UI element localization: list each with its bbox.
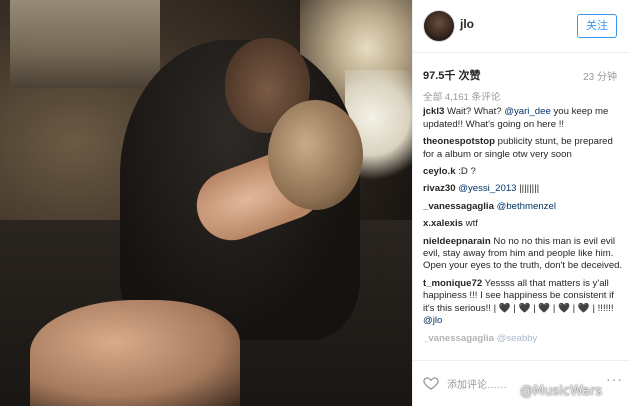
likes-count[interactable]: 97.5千 次赞 <box>423 67 480 83</box>
comment-mention[interactable]: @yari_dee <box>504 106 551 117</box>
comment-item: nieldeepnarain No no no this man is evil… <box>423 236 623 273</box>
comment-text: :D ? <box>455 166 476 178</box>
comment-item: ceylo.k :D ? <box>423 166 623 178</box>
post-side-panel: jlo 关注 97.5千 次赞 23 分钟 全部 4,161 条评论 jckl3… <box>412 0 630 406</box>
comment-item: t_monique72 Yessss all that matters is y… <box>423 278 623 328</box>
comment-mention[interactable]: @yessi_2013 <box>458 183 516 194</box>
comment-mention[interactable]: @seabby <box>497 333 538 344</box>
comment-text: |||||||| <box>516 183 540 195</box>
follow-button[interactable]: 关注 <box>577 14 617 38</box>
comment-text: wtf <box>463 218 478 230</box>
comment-username[interactable]: jckl3 <box>423 106 444 117</box>
add-comment-input[interactable]: 添加评论…… <box>447 376 507 391</box>
comment-item: jckl3 Wait? What? @yari_dee you keep me … <box>423 106 623 131</box>
post-time: 23 分钟 <box>583 72 617 83</box>
comment-mention[interactable]: @jlo <box>423 315 442 326</box>
comment-username[interactable]: _vanessagaglia <box>423 333 494 344</box>
comment-item: _vanessagaglia @bethmenzel <box>423 201 623 213</box>
comment-username[interactable]: nieldeepnarain <box>423 236 491 247</box>
comments-list[interactable]: 全部 4,161 条评论 jckl3 Wait? What? @yari_dee… <box>423 92 623 354</box>
comment-username[interactable]: t_monique72 <box>423 278 482 289</box>
comments-total[interactable]: 全部 4,161 条评论 <box>423 92 623 104</box>
comment-item: _vanessagaglia @seabby <box>423 333 623 345</box>
heart-icon[interactable] <box>423 375 439 391</box>
comment-item: rivaz30 @yessi_2013 |||||||| <box>423 183 623 195</box>
post-header: jlo 关注 <box>413 0 630 53</box>
comment-username[interactable]: ceylo.k <box>423 166 456 177</box>
avatar[interactable] <box>423 10 455 42</box>
comment-mention[interactable]: @bethmenzel <box>497 201 556 212</box>
comment-item: theonespotstop publicity stunt, be prepa… <box>423 136 623 161</box>
comment-container: jckl3 Wait? What? @yari_dee you keep me … <box>423 106 623 345</box>
more-options-icon[interactable]: ··· <box>606 371 623 387</box>
username[interactable]: jlo <box>460 17 474 31</box>
photo-legs <box>30 300 240 406</box>
comment-username[interactable]: rivaz30 <box>423 183 456 194</box>
comment-text: Wait? What? <box>444 106 505 118</box>
post-photo[interactable] <box>0 0 412 406</box>
comment-username[interactable]: x.xalexis <box>423 218 463 229</box>
comment-item: x.xalexis wtf <box>423 218 623 230</box>
watermark: @MusicWars <box>520 384 603 399</box>
comment-username[interactable]: _vanessagaglia <box>423 201 494 212</box>
photo-window <box>10 0 160 88</box>
photo-head-woman <box>268 100 363 210</box>
comment-username[interactable]: theonespotstop <box>423 136 495 147</box>
